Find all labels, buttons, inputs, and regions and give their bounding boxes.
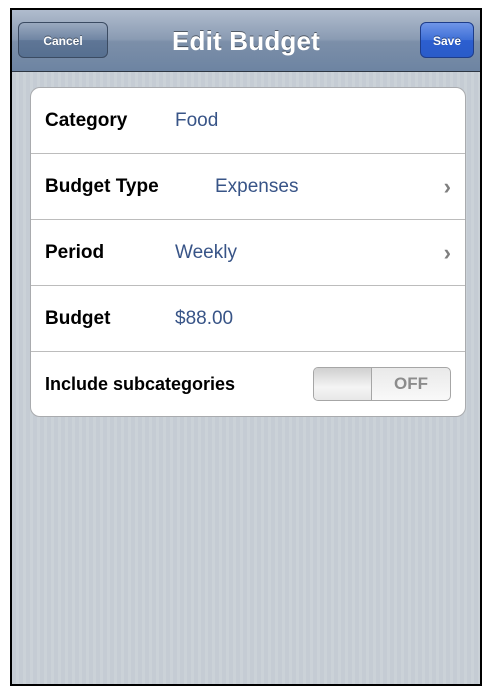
- cancel-button[interactable]: Cancel: [18, 22, 108, 58]
- period-row[interactable]: Period Weekly ›: [31, 220, 465, 286]
- budget-type-value: Expenses: [215, 176, 299, 197]
- category-label: Category: [45, 110, 128, 131]
- save-button[interactable]: Save: [420, 22, 474, 58]
- budget-type-label: Budget Type: [45, 176, 159, 197]
- navigation-bar: Edit Budget Cancel Save: [12, 10, 480, 72]
- budget-amount-row[interactable]: Budget $88.00: [31, 286, 465, 352]
- budget-type-row[interactable]: Budget Type Expenses ›: [31, 154, 465, 220]
- period-label: Period: [45, 242, 105, 263]
- include-subcategories-row: Include subcategories OFF: [31, 352, 465, 416]
- chevron-right-icon: ›: [443, 240, 451, 265]
- phone-screen: Edit Budget Cancel Save Category Food Bu…: [10, 8, 482, 686]
- include-subcategories-toggle[interactable]: OFF: [313, 367, 451, 401]
- chevron-right-icon: ›: [443, 174, 451, 199]
- budget-form-group: Category Food Budget Type Expenses › Per…: [30, 87, 466, 417]
- budget-amount-value[interactable]: $88.00: [175, 286, 233, 352]
- category-row[interactable]: Category Food: [31, 88, 465, 154]
- toggle-knob: [314, 368, 372, 400]
- toggle-state-label: OFF: [394, 374, 428, 393]
- category-value[interactable]: Food: [175, 88, 218, 154]
- include-subcategories-label: Include subcategories: [45, 374, 236, 394]
- budget-amount-label: Budget: [45, 308, 111, 329]
- period-value: Weekly: [175, 242, 237, 263]
